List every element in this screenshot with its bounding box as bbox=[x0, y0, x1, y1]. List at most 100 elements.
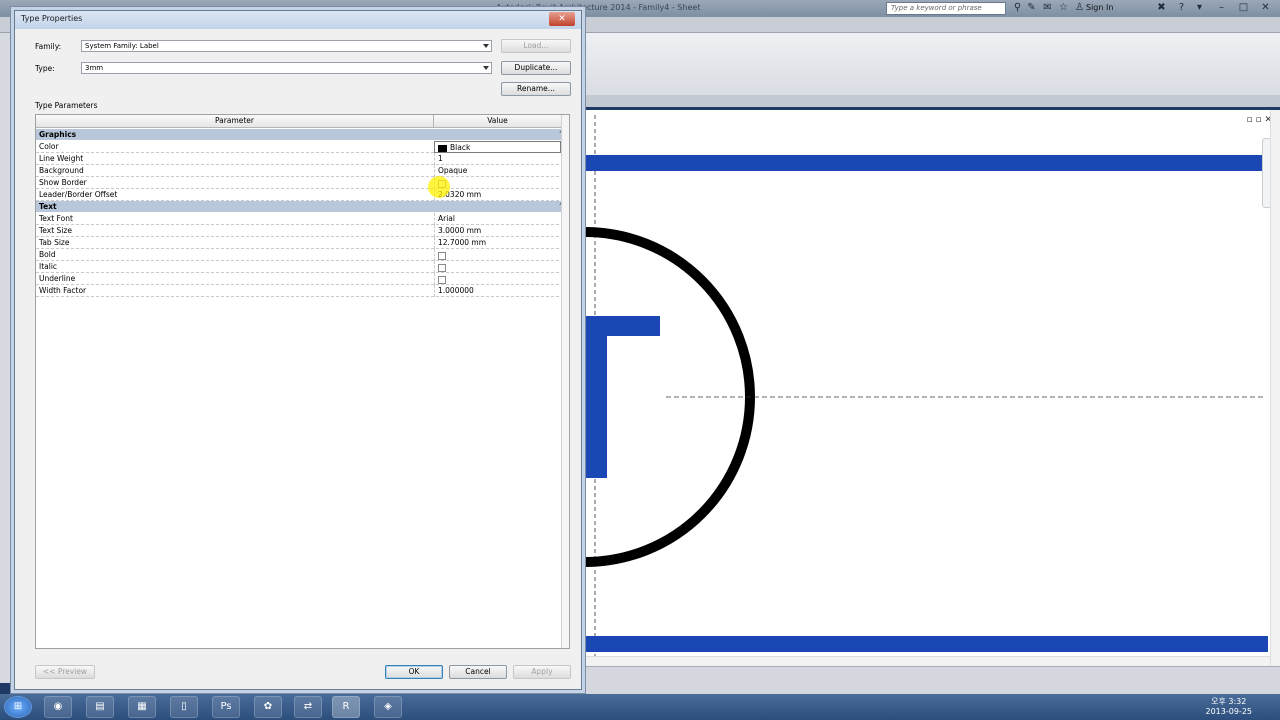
app-taskbar-icon[interactable]: ◈ bbox=[374, 696, 402, 718]
chevron-down-icon bbox=[483, 44, 489, 48]
parameter-name: Bold bbox=[39, 250, 56, 259]
parameter-value[interactable]: Opaque bbox=[434, 165, 561, 177]
parameter-row[interactable]: Background Opaque bbox=[36, 165, 569, 177]
label-T-stem bbox=[586, 316, 607, 478]
type-properties-dialog: Type Properties ✕ Family: System Family:… bbox=[14, 10, 582, 690]
photoshop-taskbar-icon[interactable]: Ps bbox=[212, 696, 240, 718]
parameter-row[interactable]: Bold bbox=[36, 249, 569, 261]
calculator-taskbar-icon[interactable]: ▦ bbox=[128, 696, 156, 718]
parameter-name: Show Border bbox=[39, 178, 87, 187]
checkbox[interactable] bbox=[438, 275, 446, 284]
parameter-value[interactable]: Black bbox=[434, 141, 561, 153]
screen: Autodesk Revit Architecture 2014 - Famil… bbox=[0, 0, 1280, 720]
parameter-name: Tab Size bbox=[39, 238, 70, 247]
dialog-close-button[interactable]: ✕ bbox=[549, 12, 575, 26]
type-parameters-grid: Parameter Value Graphics⌃ColorBlackLine … bbox=[35, 114, 570, 649]
parameter-row[interactable]: Width Factor 1.000000 bbox=[36, 285, 569, 297]
family-select[interactable]: System Family: Label bbox=[81, 40, 492, 52]
group-name: Graphics bbox=[39, 130, 77, 139]
system-clock[interactable]: 오후 3:32 2013-09-25 bbox=[1206, 697, 1253, 717]
start-button[interactable]: ⊞ bbox=[4, 696, 32, 718]
group-name: Text bbox=[39, 202, 57, 211]
parameter-value[interactable]: 1.000000 bbox=[434, 285, 561, 297]
parameter-name: Line Weight bbox=[39, 154, 84, 163]
checkbox[interactable] bbox=[438, 263, 446, 272]
parameter-name: Italic bbox=[39, 262, 58, 271]
parameter-value[interactable] bbox=[434, 249, 561, 261]
app-close-icon[interactable]: ✕ bbox=[1260, 2, 1271, 13]
parameter-name: Color bbox=[39, 142, 59, 151]
parameter-row[interactable]: Text Size 3.0000 mm bbox=[36, 225, 569, 237]
vertical-scrollbar[interactable] bbox=[1270, 110, 1280, 666]
user-icon[interactable]: ♙ bbox=[1074, 2, 1085, 13]
parameter-value[interactable] bbox=[434, 177, 561, 189]
chrome-taskbar-icon[interactable]: ◉ bbox=[44, 696, 72, 718]
explorer-taskbar-icon[interactable]: ▤ bbox=[86, 696, 114, 718]
checkbox[interactable] bbox=[438, 251, 446, 260]
value-text: 1.000000 bbox=[438, 286, 474, 295]
horizontal-scrollbar[interactable] bbox=[580, 656, 1270, 666]
duplicate-button[interactable]: Duplicate... bbox=[501, 61, 571, 75]
group-header-text[interactable]: Text⌃ bbox=[36, 201, 569, 212]
dropdown-icon[interactable]: ▾ bbox=[1194, 2, 1205, 13]
teamviewer-taskbar-icon[interactable]: ⇄ bbox=[294, 696, 322, 718]
blue-band-bottom bbox=[580, 636, 1268, 652]
parameter-value[interactable]: 3.0000 mm bbox=[434, 225, 561, 237]
cancel-button[interactable]: Cancel bbox=[449, 665, 507, 679]
group-header-graphics[interactable]: Graphics⌃ bbox=[36, 129, 569, 140]
dialog-title: Type Properties bbox=[21, 14, 83, 23]
grid-scrollbar[interactable] bbox=[561, 115, 569, 648]
parameter-name: Text Size bbox=[39, 226, 72, 235]
exchange-icon[interactable]: ✖ bbox=[1156, 2, 1167, 13]
ok-button[interactable]: OK bbox=[385, 665, 443, 679]
parameter-row[interactable]: Underline bbox=[36, 273, 569, 285]
parameter-row[interactable]: Text Font Arial bbox=[36, 213, 569, 225]
type-select-value: 3mm bbox=[85, 64, 104, 72]
parameter-row[interactable]: Line Weight 1 bbox=[36, 153, 569, 165]
document-taskbar-icon[interactable]: ▯ bbox=[170, 696, 198, 718]
parameter-row[interactable]: Show Border bbox=[36, 177, 569, 189]
view-window-controls[interactable]: ▫ ▫ ✕ bbox=[1247, 115, 1272, 125]
parameter-name: Text Font bbox=[39, 214, 73, 223]
communication-icon[interactable]: ✉ bbox=[1042, 2, 1053, 13]
maximize-icon[interactable]: □ bbox=[1238, 2, 1249, 13]
type-parameters-label: Type Parameters bbox=[35, 101, 98, 110]
parameter-value[interactable]: 2.0320 mm bbox=[434, 189, 561, 201]
parameter-row[interactable]: Tab Size 12.7000 mm bbox=[36, 237, 569, 249]
parameter-value[interactable]: 12.7000 mm bbox=[434, 237, 561, 249]
revit-taskbar-icon[interactable]: R bbox=[332, 696, 360, 718]
parameter-row[interactable]: Italic bbox=[36, 261, 569, 273]
status-bar bbox=[580, 666, 1280, 694]
parameter-value[interactable]: Arial bbox=[434, 213, 561, 225]
subscription-icon[interactable]: ✎ bbox=[1026, 2, 1037, 13]
sign-in-link[interactable]: Sign In bbox=[1086, 3, 1113, 12]
type-select[interactable]: 3mm bbox=[81, 62, 492, 74]
parameter-column-header: Parameter bbox=[36, 115, 434, 128]
apply-button[interactable]: Apply bbox=[513, 665, 571, 679]
help-icon[interactable]: ? bbox=[1176, 2, 1187, 13]
dialog-title-bar: Type Properties ✕ bbox=[15, 11, 581, 29]
value-text: Black bbox=[450, 143, 471, 152]
parameter-row[interactable]: Leader/Border Offset 2.0320 mm bbox=[36, 189, 569, 201]
help-search-input[interactable]: Type a keyword or phrase bbox=[886, 2, 1006, 15]
binoculars-icon[interactable]: ⚲ bbox=[1012, 2, 1023, 13]
paint-taskbar-icon[interactable]: ✿ bbox=[254, 696, 282, 718]
favorites-star-icon[interactable]: ☆ bbox=[1058, 2, 1069, 13]
value-text: 12.7000 mm bbox=[438, 238, 487, 247]
rename-button[interactable]: Rename... bbox=[501, 82, 571, 96]
parameter-value[interactable] bbox=[434, 273, 561, 285]
cursor-highlight bbox=[428, 176, 450, 198]
load-button[interactable]: Load... bbox=[501, 39, 571, 53]
value-text: 3.0000 mm bbox=[438, 226, 482, 235]
parameter-row[interactable]: Color Black bbox=[36, 141, 569, 153]
parameter-value[interactable]: 1 bbox=[434, 153, 561, 165]
parameter-value[interactable] bbox=[434, 261, 561, 273]
drawing-canvas[interactable]: ▫ ▫ ✕ bbox=[415, 110, 1280, 666]
minimize-icon[interactable]: – bbox=[1216, 2, 1227, 13]
value-column-header: Value bbox=[434, 115, 562, 128]
blue-band-top bbox=[580, 155, 1268, 171]
type-label: Type: bbox=[35, 64, 55, 73]
windows-taskbar: ⊞ ◉ ▤ ▦ ▯ Ps ✿ ⇄ R ◈ 오후 3:32 2013-09-25 bbox=[0, 694, 1280, 720]
preview-button[interactable]: << Preview bbox=[35, 665, 95, 679]
clock-date: 2013-09-25 bbox=[1205, 707, 1253, 716]
